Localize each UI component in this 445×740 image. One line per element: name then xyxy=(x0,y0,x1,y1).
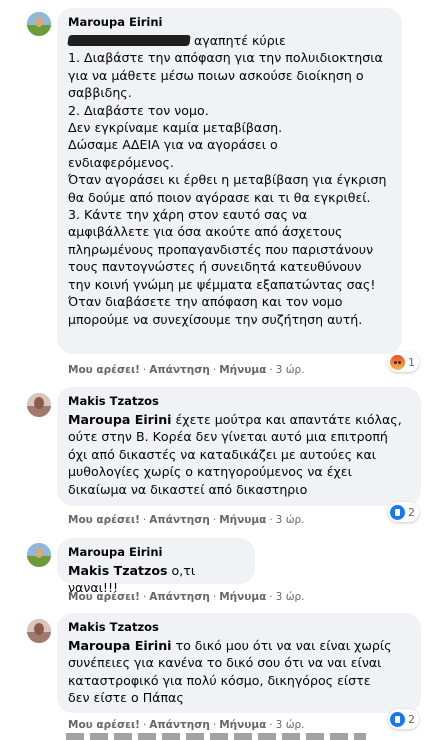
angry-reaction-icon xyxy=(390,354,405,370)
avatar[interactable] xyxy=(27,12,51,36)
mention-link[interactable]: Maroupa Eirini xyxy=(68,638,172,653)
comment-author[interactable]: Maroupa Eirini xyxy=(68,545,244,559)
reaction-count: 1 xyxy=(408,355,415,369)
like-button[interactable]: Μου αρέσει! xyxy=(68,719,140,731)
reaction-count: 2 xyxy=(408,505,415,519)
reaction-badge[interactable]: 2 xyxy=(388,502,419,522)
comment-bubble: Makis Tzatzos Maroupa Eirini έχετε μούτρ… xyxy=(57,387,421,506)
comment-bubble: Makis Tzatzos Maroupa Eirini το δικό μου… xyxy=(57,613,421,713)
message-button[interactable]: Μήνυμα xyxy=(219,364,266,376)
message-button[interactable]: Μήνυμα xyxy=(219,514,266,526)
comment-timestamp[interactable]: 3 ώρ. xyxy=(276,364,305,376)
message-button[interactable]: Μήνυμα xyxy=(219,591,266,603)
like-reaction-icon xyxy=(390,504,405,520)
redacted-name xyxy=(67,35,191,46)
reply-button[interactable]: Απάντηση xyxy=(149,591,210,603)
reply-button[interactable]: Απάντηση xyxy=(149,514,210,526)
cut-off-text xyxy=(66,733,366,740)
comment-actions: Μου αρέσει! · Απάντηση · Μήνυμα · 3 ώρ. xyxy=(68,719,305,731)
comment-actions: Μου αρέσει! · Απάντηση · Μήνυμα · 3 ώρ. xyxy=(68,364,305,376)
comment-actions: Μου αρέσει! · Απάντηση · Μήνυμα · 3 ώρ. xyxy=(68,591,305,603)
avatar[interactable] xyxy=(27,393,51,417)
comment-author[interactable]: Makis Tzatzos xyxy=(68,394,410,408)
comment-timestamp[interactable]: 3 ώρ. xyxy=(276,591,305,603)
comment-author[interactable]: Maroupa Eirini xyxy=(68,15,391,29)
comment-text: αγαπητέ κύριε 1. Διαβάστε την απόφαση γι… xyxy=(67,32,391,328)
comment-greeting: αγαπητέ κύριε xyxy=(194,33,286,48)
reply-button[interactable]: Απάντηση xyxy=(149,364,210,376)
comment-bubble: Maroupa Eirini Makis Tzatzos ο,τι ναναι!… xyxy=(57,538,255,595)
like-button[interactable]: Μου αρέσει! xyxy=(68,514,140,526)
like-reaction-icon xyxy=(390,711,405,727)
mention-link[interactable]: Maroupa Eirini xyxy=(68,412,172,427)
comment-author[interactable]: Makis Tzatzos xyxy=(68,620,410,634)
comment-text: Maroupa Eirini το δικό μου ότι να ναι εί… xyxy=(68,637,410,707)
reaction-count: 2 xyxy=(408,712,415,726)
comment-text: Maroupa Eirini έχετε μούτρα και απαντάτε… xyxy=(68,411,410,498)
reaction-badge[interactable]: 1 xyxy=(388,352,419,372)
comment-bubble: Maroupa Eirini αγαπητέ κύριε 1. Διαβάστε… xyxy=(57,8,402,354)
like-button[interactable]: Μου αρέσει! xyxy=(68,364,140,376)
comment-body: 1. Διαβάστε την απόφαση για την πολυιδιο… xyxy=(68,50,387,327)
reaction-badge[interactable]: 2 xyxy=(388,709,419,729)
like-button[interactable]: Μου αρέσει! xyxy=(68,591,140,603)
comment-actions: Μου αρέσει! · Απάντηση · Μήνυμα · 3 ώρ. xyxy=(68,514,305,526)
mention-link[interactable]: Makis Tzatzos xyxy=(68,563,168,578)
avatar[interactable] xyxy=(27,543,51,567)
comment-timestamp[interactable]: 3 ώρ. xyxy=(276,514,305,526)
message-button[interactable]: Μήνυμα xyxy=(219,719,266,731)
comment-timestamp[interactable]: 3 ώρ. xyxy=(276,719,305,731)
reply-button[interactable]: Απάντηση xyxy=(149,719,210,731)
avatar[interactable] xyxy=(27,619,51,643)
